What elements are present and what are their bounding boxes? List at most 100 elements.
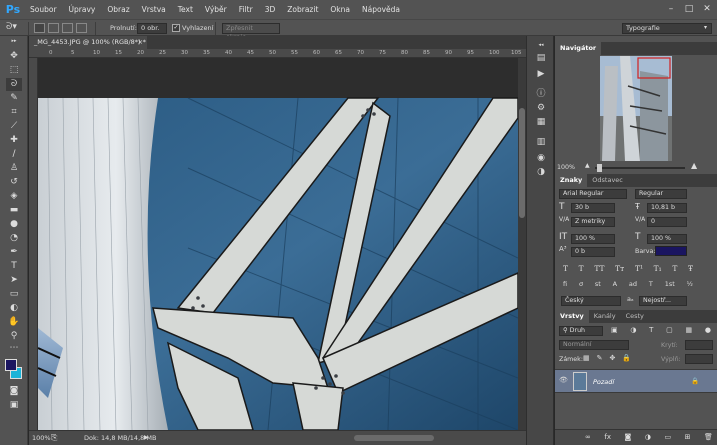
maximize-button[interactable]: □ [683, 3, 695, 15]
healing-brush-tool-icon[interactable]: ✚ [6, 134, 22, 147]
intersect-selection-icon[interactable] [76, 23, 87, 33]
zoom-slider-handle[interactable] [597, 164, 602, 172]
navigator-thumbnail[interactable] [600, 56, 672, 161]
small-caps-button[interactable]: Tт [615, 264, 624, 273]
zoom-in-icon[interactable]: ▲ [691, 161, 697, 170]
horizontal-scroll-thumb[interactable] [354, 435, 434, 441]
zoom-out-icon[interactable]: ▲ [585, 162, 590, 169]
lock-pixels-icon[interactable]: ✎ [597, 354, 603, 362]
eyedropper-tool-icon[interactable]: ⟋ [6, 120, 22, 133]
tab-layers[interactable]: Vrstvy [555, 310, 589, 323]
menu-file[interactable]: Soubor [24, 0, 63, 19]
underline-button[interactable]: T [672, 264, 677, 273]
document-canvas[interactable] [38, 58, 518, 430]
baseline-shift-field[interactable]: 0 b [571, 247, 615, 257]
lock-position-icon[interactable]: ✥ [609, 354, 615, 362]
info-panel-icon[interactable]: ⓘ [534, 88, 548, 100]
filter-smart-icon[interactable]: ▦ [686, 326, 693, 334]
brush-tool-icon[interactable]: ∕ [6, 148, 22, 161]
filter-type-icon[interactable]: T [649, 326, 653, 334]
lock-all-icon[interactable]: 🔒 [622, 354, 631, 362]
all-caps-button[interactable]: TT [594, 264, 604, 273]
visibility-eye-icon[interactable]: 👁 [559, 376, 568, 384]
text-color-swatch[interactable] [655, 246, 687, 256]
menu-layer[interactable]: Vrstva [136, 0, 172, 19]
status-export-icon[interactable]: ⎘ [51, 433, 57, 443]
collapse-dock-icon[interactable]: ◂◂ [534, 39, 548, 51]
close-tab-icon[interactable]: × [138, 36, 143, 49]
clone-stamp-tool-icon[interactable]: ♙ [6, 162, 22, 175]
shape-tool-icon[interactable]: ▭ [6, 288, 22, 301]
path-select-tool-icon[interactable]: ➤ [6, 274, 22, 287]
ligatures-button[interactable]: fi [563, 280, 567, 288]
lasso-tool-icon[interactable]: ᘐ [6, 78, 22, 91]
new-layer-icon[interactable]: ⊞ [685, 433, 691, 441]
vertical-scroll-thumb[interactable] [519, 108, 525, 218]
faux-italic-button[interactable]: T [579, 264, 584, 273]
blend-mode-select[interactable]: Normální [559, 340, 629, 350]
font-style-select[interactable]: Regular [635, 189, 687, 199]
filter-toggle-icon[interactable]: ● [705, 326, 711, 334]
superscript-button[interactable]: T¹ [635, 264, 643, 273]
history-brush-tool-icon[interactable]: ↺ [6, 176, 22, 189]
layer-mask-icon[interactable]: ◙ [625, 433, 632, 441]
close-button[interactable]: ✕ [701, 3, 713, 15]
blur-tool-icon[interactable]: ● [6, 218, 22, 231]
feather-input[interactable]: 0 obr. [137, 23, 167, 34]
layer-style-icon[interactable]: fx [604, 433, 611, 441]
filter-adjustment-icon[interactable]: ◑ [630, 326, 636, 334]
layer-filter-select[interactable]: ⚲ Druh [559, 326, 603, 336]
tab-channels[interactable]: Kanály [589, 310, 621, 323]
minimize-button[interactable]: – [665, 3, 677, 15]
menu-select[interactable]: Výběr [199, 0, 233, 19]
menu-3d[interactable]: 3D [259, 0, 282, 19]
status-menu-icon[interactable]: ▶ [144, 434, 149, 441]
filter-pixel-icon[interactable]: ▣ [611, 326, 618, 334]
gradient-tool-icon[interactable]: ▬ [6, 204, 22, 217]
document-tab[interactable]: _MG_4453.JPG @ 100% (RGB/8*) * × [29, 36, 147, 49]
menu-window[interactable]: Okna [324, 0, 356, 19]
quick-mask-icon[interactable]: ◙ [6, 385, 22, 398]
type-tool-icon[interactable]: T [6, 260, 22, 273]
subscript-button[interactable]: T₁ [654, 264, 662, 273]
dodge-tool-icon[interactable]: ◔ [6, 232, 22, 245]
link-layers-icon[interactable]: ∞ [585, 433, 591, 441]
swatches-panel-icon[interactable]: ▥ [534, 136, 548, 148]
font-family-select[interactable]: Arial Regular [559, 189, 627, 199]
refine-edge-button[interactable]: Zpřesnit okraje... [222, 23, 280, 41]
adjustment-layer-icon[interactable]: ◑ [645, 433, 651, 441]
opacity-field[interactable] [685, 340, 713, 350]
antialias-select[interactable]: Nejostř... [639, 296, 687, 306]
menu-filter[interactable]: Filtr [233, 0, 259, 19]
vertical-scrollbar[interactable] [518, 58, 526, 430]
3d-tool-icon[interactable]: ◐ [6, 302, 22, 315]
faux-bold-button[interactable]: T [563, 264, 568, 273]
hand-tool-icon[interactable]: ✋ [6, 316, 22, 329]
eraser-tool-icon[interactable]: ◈ [6, 190, 22, 203]
foreground-color-swatch[interactable] [5, 359, 17, 371]
language-select[interactable]: Český [561, 296, 621, 306]
menu-help[interactable]: Nápověda [356, 0, 406, 19]
more-tools-icon[interactable]: ⋯ [6, 342, 22, 355]
lock-transparency-icon[interactable]: ▦ [583, 354, 590, 362]
layer-row[interactable]: 👁 Pozadí 🔒 [555, 369, 717, 393]
kerning-select[interactable]: Z metriky [571, 217, 615, 227]
pen-tool-icon[interactable]: ✒ [6, 246, 22, 259]
menu-edit[interactable]: Úpravy [63, 0, 102, 19]
layer-name[interactable]: Pozadí [593, 378, 614, 386]
strikethrough-button[interactable]: Ŧ [688, 264, 693, 273]
navigator-zoom[interactable]: 100% [557, 164, 575, 171]
horizontal-scale-field[interactable]: 100 % [647, 234, 687, 244]
tab-paths[interactable]: Cesty [621, 310, 649, 323]
marquee-tool-icon[interactable]: ⬚ [6, 64, 22, 77]
menu-type[interactable]: Text [172, 0, 199, 19]
history-panel-icon[interactable]: ▤ [534, 52, 548, 64]
tracking-select[interactable]: 0 [647, 217, 687, 227]
tab-paragraph[interactable]: Odstavec [587, 174, 628, 187]
color-panel-icon[interactable]: ◉ [534, 152, 548, 164]
properties-panel-icon[interactable]: ⚙ [534, 102, 548, 114]
move-tool-icon[interactable]: ✥ [6, 50, 22, 63]
titling-button[interactable]: ad [629, 280, 637, 288]
ornaments-button[interactable]: T [649, 280, 653, 288]
subtract-selection-icon[interactable] [62, 23, 73, 33]
